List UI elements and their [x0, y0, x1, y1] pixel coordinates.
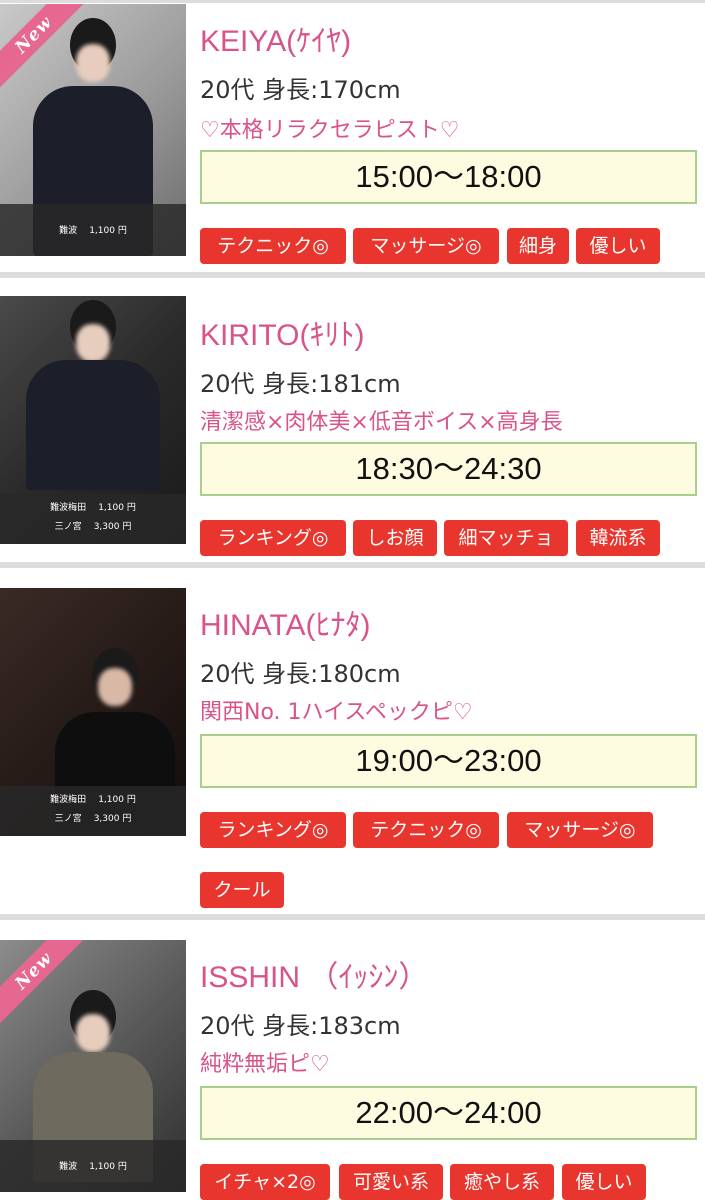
- price-box: 難波梅田 1,100 円 三ノ宮 3,300 円: [0, 786, 186, 836]
- blurred-face: [76, 1014, 110, 1052]
- tag: 優しい: [562, 1164, 646, 1200]
- price-value: 3,300 円: [93, 522, 132, 532]
- cast-stats: 20代 身長:183cm: [200, 1012, 401, 1040]
- price-box: 難波 1,100 円: [0, 204, 186, 256]
- price-value: 1,100 円: [89, 1162, 127, 1172]
- tag: ランキング◎: [200, 812, 346, 848]
- tag: 韓流系: [576, 520, 660, 556]
- price-area: 難波梅田: [50, 503, 87, 513]
- schedule-time: 19:00〜23:00: [200, 734, 697, 788]
- price-value: 1,100 円: [98, 795, 136, 805]
- price-area: 難波梅田: [50, 795, 87, 805]
- blurred-face: [76, 324, 110, 362]
- cast-name[interactable]: HINATA(ﾋﾅﾀ): [200, 600, 371, 644]
- tag: テクニック◎: [353, 812, 499, 848]
- price-area: 三ノ宮: [54, 814, 82, 824]
- tag: 細マッチョ: [444, 520, 568, 556]
- cast-photo[interactable]: 難波梅田 1,100 円 三ノ宮 3,300 円: [0, 296, 186, 544]
- price-area: 三ノ宮: [54, 522, 82, 532]
- price-box: 難波梅田 1,100 円 三ノ宮 3,300 円: [0, 494, 186, 544]
- cast-name[interactable]: KIRITO(ｷﾘﾄ): [200, 310, 364, 354]
- tag: クール: [200, 872, 284, 908]
- suit: [26, 360, 160, 490]
- cast-photo[interactable]: 難波 1,100 円 New: [0, 940, 186, 1192]
- cast-photo[interactable]: 難波梅田 1,100 円 三ノ宮 3,300 円: [0, 588, 186, 836]
- tag: ランキング◎: [200, 520, 346, 556]
- tag: マッサージ◎: [507, 812, 653, 848]
- tag: 可愛い系: [339, 1164, 443, 1200]
- tag: テクニック◎: [200, 228, 346, 264]
- blurred-face: [98, 668, 133, 706]
- price-value: 1,100 円: [98, 503, 136, 513]
- cast-catchphrase: ♡本格リラクセラピスト♡: [200, 118, 460, 143]
- tag: 優しい: [576, 228, 660, 264]
- tag: しお顔: [353, 520, 437, 556]
- tag: 細身: [507, 228, 569, 264]
- cast-card-isshin[interactable]: 難波 1,100 円 New ISSHIN （ｲｯｼﾝ） 20代 身長:183c…: [0, 920, 705, 1200]
- cast-name[interactable]: ISSHIN （ｲｯｼﾝ）: [200, 952, 428, 996]
- price-box: 難波 1,100 円: [0, 1140, 186, 1192]
- price-value: 1,100 円: [89, 226, 127, 236]
- schedule-time: 18:30〜24:30: [200, 442, 697, 496]
- cast-stats: 20代 身長:180cm: [200, 660, 401, 688]
- cast-catchphrase: 純粋無垢ピ♡: [200, 1052, 330, 1077]
- cast-catchphrase: 清潔感×肉体美×低音ボイス×高身長: [200, 410, 563, 435]
- blurred-face: [76, 44, 110, 82]
- schedule-time: 15:00〜18:00: [200, 150, 697, 204]
- price-area: 難波: [59, 226, 78, 236]
- cast-stats: 20代 身長:170cm: [200, 76, 401, 104]
- price-area: 難波: [59, 1162, 78, 1172]
- schedule-time: 22:00〜24:00: [200, 1086, 697, 1140]
- price-value: 3,300 円: [93, 814, 132, 824]
- cast-stats: 20代 身長:181cm: [200, 370, 401, 398]
- cast-card-keiya[interactable]: 難波 1,100 円 New KEIYA(ｹｲﾔ) 20代 身長:170cm ♡…: [0, 0, 705, 272]
- tag: イチャ×2◎: [200, 1164, 330, 1200]
- cast-name[interactable]: KEIYA(ｹｲﾔ): [200, 16, 351, 60]
- cast-photo[interactable]: 難波 1,100 円 New: [0, 4, 186, 256]
- tag: マッサージ◎: [353, 228, 499, 264]
- cast-card-hinata[interactable]: 難波梅田 1,100 円 三ノ宮 3,300 円 HINATA(ﾋﾅﾀ) 20代…: [0, 568, 705, 914]
- cast-catchphrase: 関西No. 1ハイスペックピ♡: [200, 700, 473, 725]
- cast-card-kirito[interactable]: 難波梅田 1,100 円 三ノ宮 3,300 円 KIRITO(ｷﾘﾄ) 20代…: [0, 278, 705, 562]
- tag: 癒やし系: [450, 1164, 554, 1200]
